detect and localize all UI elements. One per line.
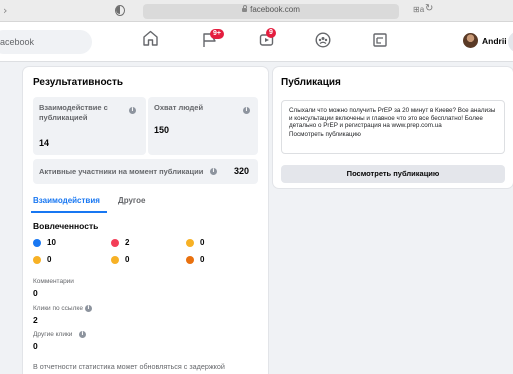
home-icon[interactable] bbox=[142, 30, 159, 46]
publication-preview[interactable]: Слыхали что можно получить PrEP за 20 ми… bbox=[281, 100, 505, 154]
user-name: Andrii bbox=[482, 35, 507, 46]
create-menu-button[interactable] bbox=[508, 31, 513, 53]
reaction-angry: 0 bbox=[186, 255, 204, 264]
publication-title: Публикация bbox=[281, 77, 341, 88]
other-clicks-label: Другие клики bbox=[33, 331, 73, 338]
reaction-like: 10 bbox=[33, 238, 56, 247]
avatar bbox=[463, 33, 478, 48]
publication-text: Слыхали что можно получить PrEP за 20 ми… bbox=[289, 107, 496, 129]
engagement-metric: Взаимодействие с публикацией i 14 bbox=[33, 97, 146, 155]
reach-metric: Охват людей i 150 bbox=[148, 97, 258, 155]
info-icon[interactable]: i bbox=[129, 107, 136, 114]
active-tab-underline bbox=[31, 211, 107, 213]
involvement-title: Вовлеченность bbox=[33, 221, 99, 231]
profile-shortcut[interactable]: Andrii bbox=[463, 33, 507, 48]
groups-icon[interactable] bbox=[315, 32, 331, 48]
translate-icon[interactable]: ⊞a bbox=[413, 5, 424, 14]
notifications-badge: 9+ bbox=[210, 29, 224, 39]
reaction-sad: 0 bbox=[111, 255, 129, 264]
link-clicks-value: 2 bbox=[33, 315, 38, 325]
info-icon[interactable]: i bbox=[79, 331, 86, 338]
address-bar[interactable]: facebook.com bbox=[143, 4, 399, 19]
browser-toolbar: › facebook.com ⊞a ↻ bbox=[0, 0, 513, 22]
facebook-top-nav: acebook 9+ 9 Andrii bbox=[0, 22, 513, 62]
tab-interactions[interactable]: Взаимодействия bbox=[33, 196, 100, 205]
performance-card: Результативность Взаимодействие с публик… bbox=[23, 67, 268, 374]
engagement-value: 14 bbox=[39, 138, 50, 148]
reaction-love: 2 bbox=[111, 238, 129, 247]
info-icon[interactable]: i bbox=[85, 305, 92, 312]
reach-label: Охват людей bbox=[154, 103, 204, 112]
reaction-haha: 0 bbox=[186, 238, 204, 247]
forward-chevron-icon[interactable]: › bbox=[3, 4, 7, 17]
active-value: 320 bbox=[234, 166, 250, 176]
privacy-shield-icon[interactable] bbox=[115, 5, 125, 16]
url-text: facebook.com bbox=[250, 5, 300, 14]
active-participants-metric: Активные участники на момент публикации … bbox=[33, 159, 258, 184]
lock-icon bbox=[242, 5, 248, 12]
engagement-label: Взаимодействие с публикацией bbox=[39, 103, 108, 122]
info-icon[interactable]: i bbox=[243, 107, 250, 114]
comments-value: 0 bbox=[33, 288, 38, 298]
view-publication-button[interactable]: Посмотреть публикацию bbox=[281, 165, 505, 183]
angry-icon bbox=[186, 255, 194, 264]
view-publication-link[interactable]: Посмотреть публикацию bbox=[289, 131, 497, 138]
reaction-wow: 0 bbox=[33, 255, 51, 264]
publication-card: Публикация Слыхали что можно получить Pr… bbox=[273, 67, 513, 188]
info-icon[interactable]: i bbox=[210, 168, 217, 175]
tab-other[interactable]: Другое bbox=[118, 196, 146, 205]
reload-icon[interactable]: ↻ bbox=[425, 3, 433, 14]
sad-icon bbox=[111, 255, 119, 264]
other-clicks-value: 0 bbox=[33, 341, 38, 351]
love-icon bbox=[111, 238, 119, 247]
link-clicks-label: Клики по ссылке bbox=[33, 305, 83, 312]
stats-footnote: В отчетности статистика может обновлятьс… bbox=[33, 362, 225, 371]
reach-value: 150 bbox=[154, 125, 170, 135]
active-label: Активные участники на момент публикации bbox=[39, 167, 204, 176]
like-icon bbox=[33, 238, 41, 247]
performance-title: Результативность bbox=[33, 77, 124, 88]
wow-icon bbox=[33, 255, 41, 264]
haha-icon bbox=[186, 238, 194, 247]
search-input[interactable]: acebook bbox=[0, 30, 92, 54]
gaming-square-icon[interactable] bbox=[372, 32, 388, 48]
video-badge: 9 bbox=[266, 28, 276, 38]
comments-label: Комментарии bbox=[33, 278, 74, 285]
